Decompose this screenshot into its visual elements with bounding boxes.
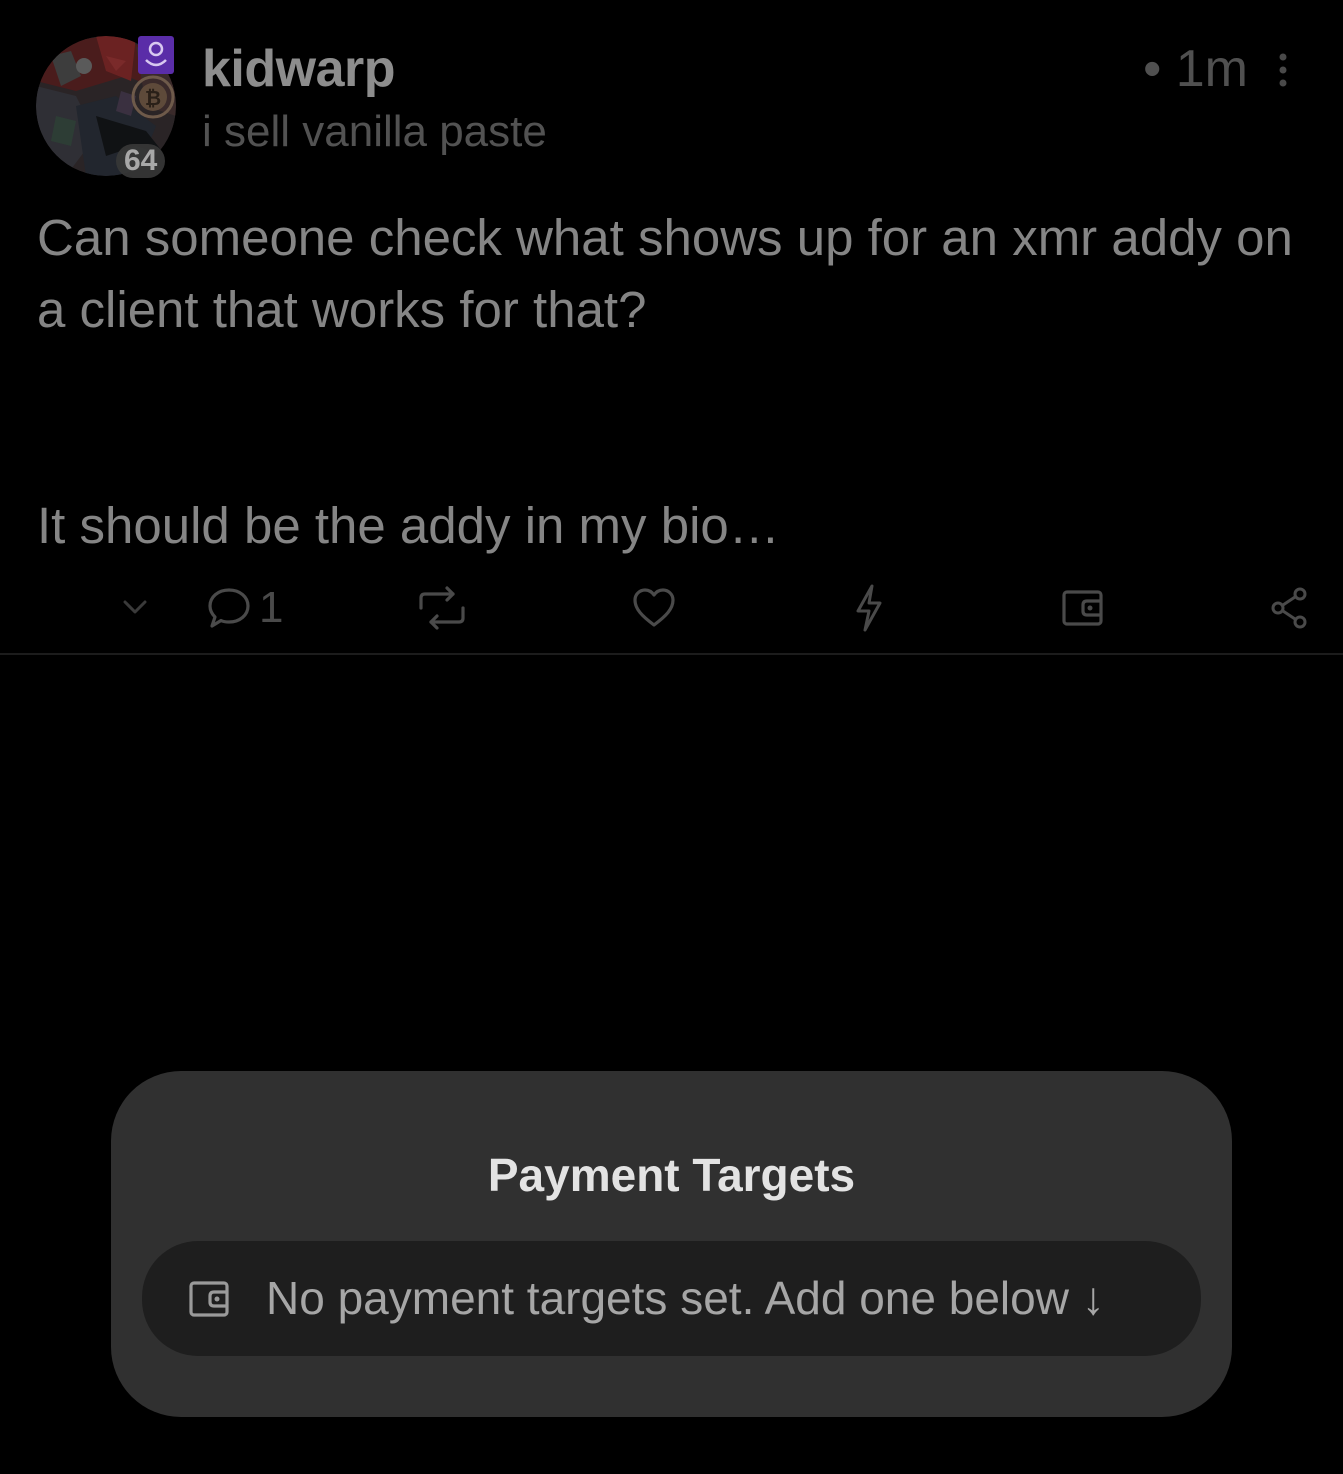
- repost-button[interactable]: [417, 580, 467, 636]
- page: ₿ 64 kidwarp i sell vanilla paste • 1m C…: [0, 0, 1343, 1474]
- post-timestamp: • 1m: [1143, 40, 1248, 98]
- svg-text:₿: ₿: [145, 86, 161, 110]
- post-paragraph: Can someone check what shows up for an x…: [37, 209, 1293, 338]
- notice-text: No payment targets set. Add one below ↓: [266, 1272, 1105, 1324]
- share-icon: [1270, 586, 1310, 630]
- like-button[interactable]: [632, 580, 676, 636]
- user-bio-subtitle: i sell vanilla paste: [202, 107, 547, 156]
- reply-icon: [207, 586, 251, 630]
- post-divider: [0, 653, 1343, 655]
- like-icon: [632, 586, 676, 630]
- chevron-down-icon[interactable]: [120, 580, 150, 636]
- level-badge: 64: [116, 144, 166, 178]
- more-options-icon[interactable]: [1273, 50, 1293, 90]
- repost-icon: [417, 586, 467, 630]
- username[interactable]: kidwarp: [202, 36, 396, 102]
- wallet-icon: [188, 1279, 230, 1319]
- zap-button[interactable]: [853, 580, 885, 636]
- share-button[interactable]: [1270, 580, 1310, 636]
- avatar[interactable]: ₿ 64: [36, 36, 176, 178]
- reply-count: 1: [259, 583, 284, 632]
- post-paragraph: It should be the addy in my bio…: [37, 497, 780, 554]
- payment-targets-notice: No payment targets set. Add one below ↓: [142, 1241, 1201, 1356]
- wallet-icon: [1061, 588, 1105, 628]
- post-body: Can someone check what shows up for an x…: [37, 202, 1317, 562]
- bitcoin-icon: ₿: [130, 74, 176, 120]
- reply-button[interactable]: 1: [207, 580, 283, 636]
- zap-icon: [853, 584, 885, 632]
- wallet-button[interactable]: [1061, 580, 1105, 636]
- post-action-bar: 1: [0, 580, 1343, 636]
- payment-targets-modal: Payment Targets No payment targets set. …: [111, 1071, 1232, 1417]
- modal-title: Payment Targets: [487, 1149, 856, 1201]
- verified-shield-icon: [138, 36, 174, 74]
